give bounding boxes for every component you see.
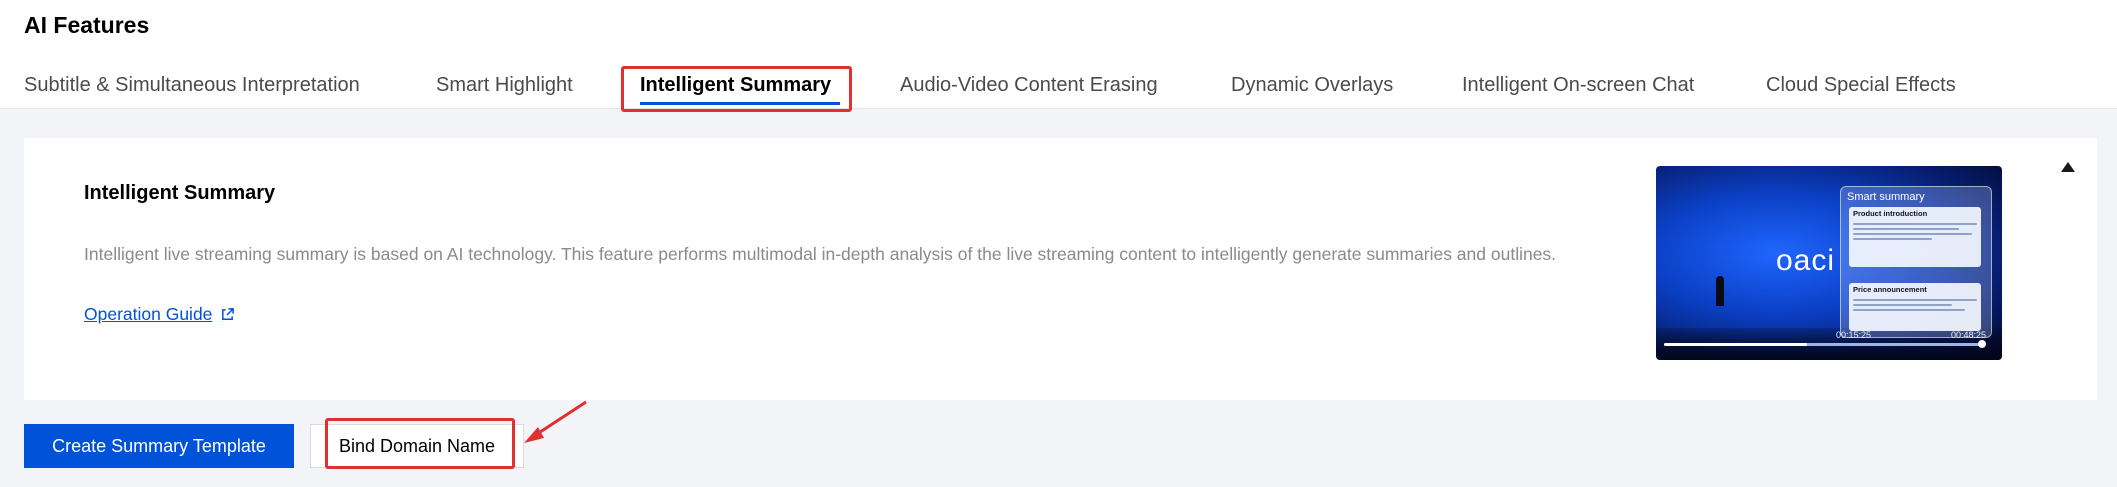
- preview-time-current: 00:15:25: [1836, 330, 1872, 340]
- tab-cloud-effects[interactable]: Cloud Special Effects: [1766, 74, 1956, 97]
- operation-guide-label: Operation Guide: [84, 304, 213, 324]
- annotation-box-bind-domain: [325, 418, 515, 469]
- preview-time-total: 00:48:25: [1950, 330, 1986, 340]
- preview-timeline: [1664, 340, 1986, 348]
- preview-logo-text: oaci: [1776, 244, 1836, 277]
- card-title: Intelligent Summary: [84, 182, 276, 204]
- card-description: Intelligent live streaming summary is ba…: [84, 244, 1557, 264]
- tab-content-erasing[interactable]: Audio-Video Content Erasing: [900, 74, 1158, 97]
- tab-onscreen-chat[interactable]: Intelligent On-screen Chat: [1462, 74, 1694, 97]
- tab-dynamic-overlays[interactable]: Dynamic Overlays: [1231, 74, 1393, 97]
- preview-summary-panel: Smart summary Product introduction Price…: [1840, 186, 1992, 338]
- feature-card: Intelligent Summary Intelligent live str…: [24, 138, 2097, 400]
- preview-section-product: Product introduction: [1849, 207, 1981, 267]
- preview-speaker: [1716, 276, 1724, 306]
- preview-section-price: Price announcement: [1849, 283, 1981, 331]
- summary-preview-image: oaci Smart summary Product introduction …: [1656, 166, 2002, 360]
- preview-timeline-fill: [1664, 343, 1808, 346]
- preview-section-product-title: Product introduction: [1853, 209, 1928, 218]
- preview-timeline-handle: [1978, 340, 1986, 348]
- external-link-icon: [222, 308, 235, 320]
- page-title: AI Features: [24, 12, 150, 38]
- triangle-up-icon[interactable]: [2059, 160, 2077, 174]
- preview-panel-title: Smart summary: [1847, 191, 1925, 203]
- preview-section-price-title: Price announcement: [1853, 285, 1927, 294]
- annotation-box-tab: [621, 66, 852, 112]
- tab-subtitle-interpretation[interactable]: Subtitle & Simultaneous Interpretation: [24, 74, 360, 97]
- operation-guide-link[interactable]: Operation Guide: [84, 304, 235, 325]
- create-summary-template-button[interactable]: Create Summary Template: [24, 424, 294, 468]
- top-bar: AI Features Subtitle & Simultaneous Inte…: [0, 0, 2117, 109]
- tab-smart-highlight[interactable]: Smart Highlight: [436, 74, 573, 97]
